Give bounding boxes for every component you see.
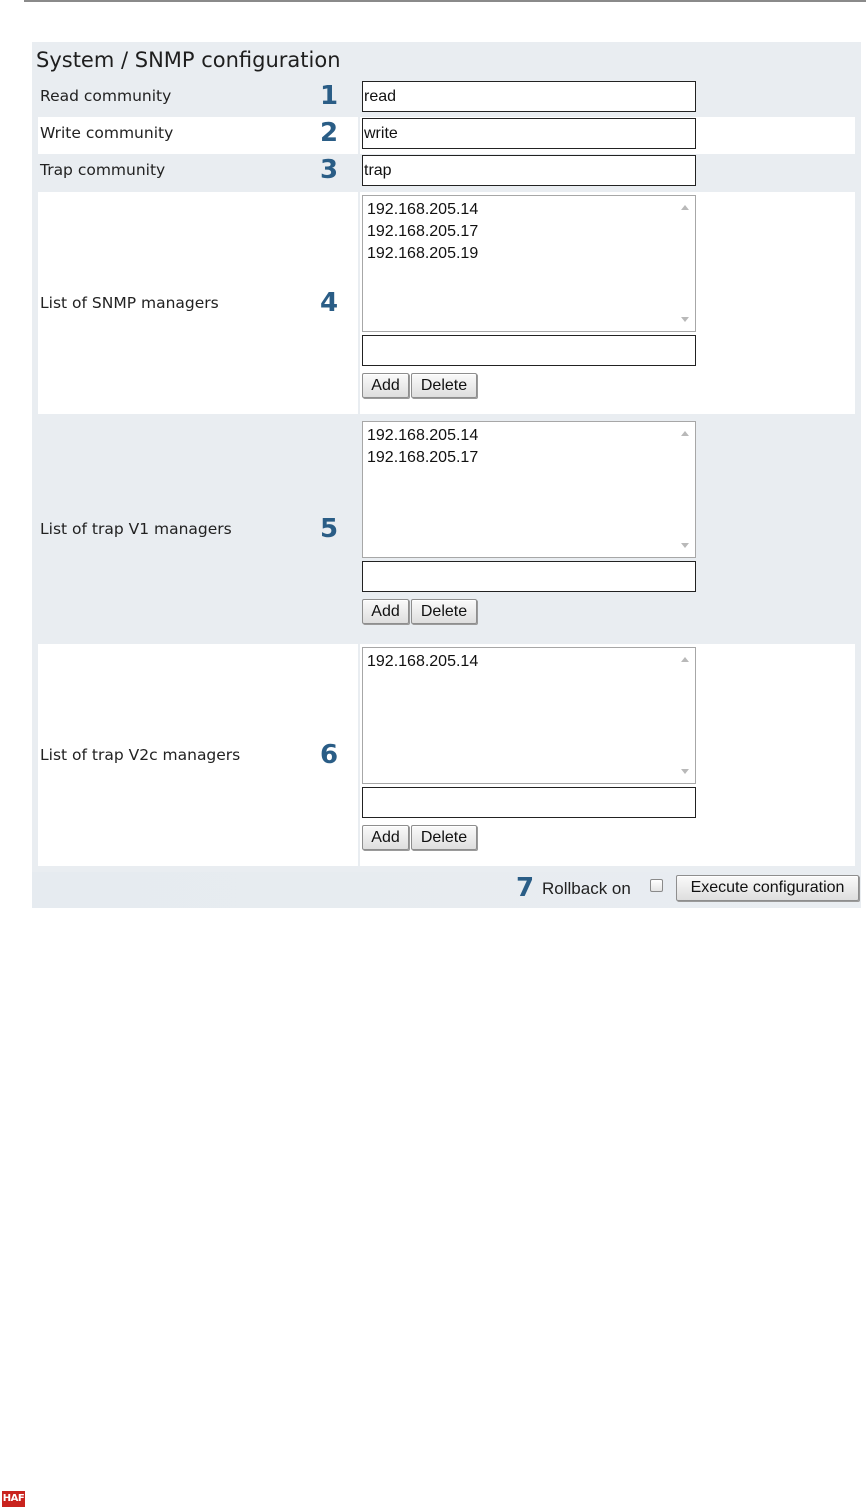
- callout-number-3: 3: [320, 155, 339, 185]
- execute-configuration-button[interactable]: Execute configuration: [676, 875, 859, 901]
- trap-v2c-manager-new-input[interactable]: [362, 787, 696, 818]
- listbox-scrollbar[interactable]: [675, 648, 695, 783]
- scroll-up-arrow-icon[interactable]: [681, 431, 689, 436]
- read-community-row: Read community 1 read: [38, 80, 855, 117]
- brand-logo: HAF: [2, 1491, 25, 1507]
- snmp-manager-delete-button[interactable]: Delete: [411, 373, 477, 398]
- trap-v2c-managers-label: List of trap V2c managers: [40, 746, 241, 764]
- trap-v1-managers-label: List of trap V1 managers: [40, 520, 232, 538]
- list-item[interactable]: 192.168.205.14: [367, 651, 478, 673]
- write-community-input[interactable]: write: [362, 118, 696, 149]
- trap-v1-managers-listbox[interactable]: 192.168.205.14 192.168.205.17: [362, 421, 696, 558]
- trap-v2c-managers-listbox[interactable]: 192.168.205.14: [362, 647, 696, 784]
- trap-v1-manager-add-button[interactable]: Add: [362, 599, 409, 624]
- scroll-down-arrow-icon[interactable]: [681, 769, 689, 774]
- callout-number-1: 1: [320, 81, 339, 111]
- scroll-down-arrow-icon[interactable]: [681, 317, 689, 322]
- listbox-scrollbar[interactable]: [675, 196, 695, 331]
- callout-number-6: 6: [320, 740, 339, 770]
- read-community-label: Read community: [40, 87, 172, 105]
- snmp-managers-listbox[interactable]: 192.168.205.14 192.168.205.17 192.168.20…: [362, 195, 696, 332]
- page-title: System / SNMP configuration: [36, 48, 341, 72]
- scroll-down-arrow-icon[interactable]: [681, 543, 689, 548]
- rollback-label: Rollback on: [542, 879, 631, 898]
- snmp-manager-add-button[interactable]: Add: [362, 373, 409, 398]
- callout-number-5: 5: [320, 514, 339, 544]
- trap-v1-managers-row: List of trap V1 managers 5 192.168.205.1…: [38, 418, 855, 640]
- list-item[interactable]: 192.168.205.17: [367, 447, 478, 469]
- list-item[interactable]: 192.168.205.14: [367, 199, 478, 221]
- snmp-managers-label: List of SNMP managers: [40, 294, 219, 312]
- scroll-up-arrow-icon[interactable]: [681, 657, 689, 662]
- snmp-managers-row: List of SNMP managers 4 192.168.205.14 1…: [38, 192, 855, 414]
- write-community-row: Write community 2 write: [38, 117, 855, 154]
- trap-v1-manager-delete-button[interactable]: Delete: [411, 599, 477, 624]
- top-divider: [24, 0, 866, 2]
- list-item[interactable]: 192.168.205.19: [367, 243, 478, 265]
- callout-number-7: 7: [516, 873, 535, 903]
- trap-community-label: Trap community: [40, 161, 166, 179]
- snmp-config-panel: System / SNMP configuration Read communi…: [32, 42, 861, 908]
- read-community-input[interactable]: read: [362, 81, 696, 112]
- listbox-scrollbar[interactable]: [675, 422, 695, 557]
- list-item[interactable]: 192.168.205.14: [367, 425, 478, 447]
- rollback-checkbox[interactable]: [650, 879, 663, 892]
- trap-v2c-manager-delete-button[interactable]: Delete: [411, 825, 477, 850]
- trap-community-input[interactable]: trap: [362, 155, 696, 186]
- footer-bar: 7 Rollback on Execute configuration: [32, 872, 861, 908]
- trap-v2c-manager-add-button[interactable]: Add: [362, 825, 409, 850]
- scroll-up-arrow-icon[interactable]: [681, 205, 689, 210]
- list-item[interactable]: 192.168.205.17: [367, 221, 478, 243]
- trap-v1-manager-new-input[interactable]: [362, 561, 696, 592]
- callout-number-4: 4: [320, 288, 339, 318]
- trap-v2c-managers-row: List of trap V2c managers 6 192.168.205.…: [38, 644, 855, 866]
- snmp-manager-new-input[interactable]: [362, 335, 696, 366]
- write-community-label: Write community: [40, 124, 174, 142]
- trap-community-row: Trap community 3 trap: [38, 154, 855, 191]
- callout-number-2: 2: [320, 118, 339, 148]
